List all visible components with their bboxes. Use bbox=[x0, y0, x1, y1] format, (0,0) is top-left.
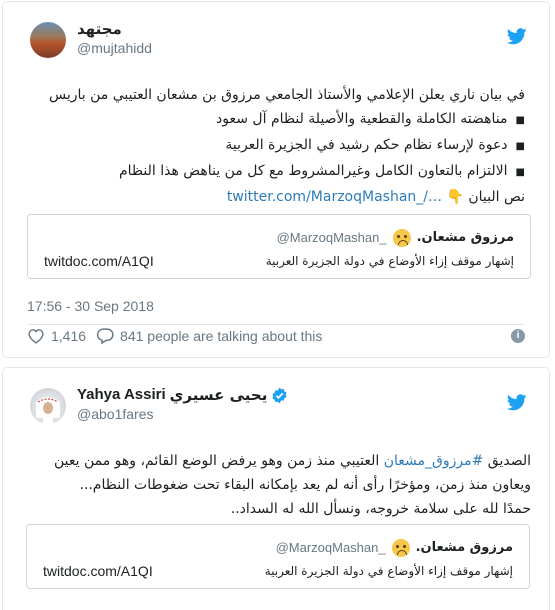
tweet-text-line: نص البيان 👇 twitter.com/MarzoqMashan_/… bbox=[25, 185, 525, 209]
tweet-text-line: الصديق #مرزوق_مشعان العتيبي منذ زمن وهو … bbox=[31, 449, 531, 473]
tweet-link[interactable]: twitter.com/MarzoqMashan_/… bbox=[227, 189, 442, 205]
bullet-item: ■مناهضته الكاملة والقطعية والأصيلة لنظام… bbox=[216, 111, 525, 127]
avatar-photo bbox=[36, 397, 60, 424]
tweet-author[interactable]: مجتهد @mujtahidd bbox=[77, 19, 152, 58]
display-name-ar: يحيى عسيري bbox=[169, 386, 268, 404]
bullet-text: دعوة لإرساء نظام حكم رشيد في الجزيرة الع… bbox=[225, 137, 508, 153]
text-prefix: الصديق bbox=[487, 453, 531, 469]
quoted-link[interactable]: twitdoc.com/A1QI bbox=[44, 253, 154, 269]
quoted-description: إشهار موقف إزاء الأوضاع في دولة الجزيرة … bbox=[265, 254, 514, 268]
quoted-name: مرزوق مشعان. bbox=[416, 230, 514, 245]
like-button[interactable]: 1,416 bbox=[27, 328, 86, 344]
quoted-handle: @MarzoqMashan_ bbox=[275, 540, 386, 555]
quoted-content: twitdoc.com/A1QI إشهار موقف إزاء الأوضاع… bbox=[43, 563, 513, 579]
twitter-bird-icon[interactable] bbox=[507, 28, 527, 45]
bullet-item: ■الالتزام بالتعاون الكامل وغيرالمشروط مع… bbox=[118, 163, 525, 179]
tweet-body: الصديق #مرزوق_مشعان العتيبي منذ زمن وهو … bbox=[31, 449, 531, 521]
tweet-text-line: في بيان ناري يعلن الإعلامي والأستاذ الجا… bbox=[49, 87, 525, 103]
display-name[interactable]: مجتهد bbox=[77, 19, 152, 39]
talking-count: 841 people are talking about this bbox=[120, 327, 323, 344]
grimacing-face-emoji bbox=[392, 229, 411, 247]
tweet-author[interactable]: Yahya Assiri يحيى عسيري @abo1fares bbox=[77, 385, 288, 424]
quoted-link[interactable]: twitdoc.com/A1QI bbox=[43, 563, 153, 579]
avatar[interactable] bbox=[30, 22, 66, 58]
quoted-author[interactable]: مرزوق مشعان. @MarzoqMashan_ bbox=[276, 539, 513, 557]
tweet-card-mujtahidd[interactable]: مجتهد @mujtahidd في بيان ناري يعلن الإعل… bbox=[2, 1, 550, 358]
handle[interactable]: @mujtahidd bbox=[77, 39, 152, 58]
info-icon[interactable]: i bbox=[511, 329, 525, 343]
quoted-tweet-card[interactable]: مرزوق مشعان. @MarzoqMashan_ twitdoc.com/… bbox=[27, 214, 531, 279]
quoted-tweet-card[interactable]: مرزوق مشعان. @MarzoqMashan_ twitdoc.com/… bbox=[26, 524, 530, 589]
hashtag-link[interactable]: #مرزوق_مشعان bbox=[384, 453, 484, 469]
tweet-actions: 1,416 841 people are talking about this bbox=[27, 327, 322, 344]
tweet-text-line: ويعاون منذ زمن، ومؤخرًا رأى أنه لم يعد ب… bbox=[79, 477, 531, 493]
divider bbox=[27, 324, 525, 325]
pointing-down-emoji: 👇 bbox=[446, 189, 464, 205]
quoted-author[interactable]: مرزوق مشعان. @MarzoqMashan_ bbox=[277, 229, 514, 247]
bullet-text: مناهضته الكاملة والقطعية والأصيلة لنظام … bbox=[216, 111, 508, 127]
verified-badge-icon bbox=[272, 387, 287, 403]
conversation-button[interactable]: 841 people are talking about this bbox=[96, 327, 322, 344]
grimacing-face-emoji bbox=[391, 539, 410, 557]
statement-label: نص البيان bbox=[468, 189, 525, 205]
twitter-bird-icon[interactable] bbox=[507, 394, 527, 411]
tweet-text-line: حمدًا لله على سلامة خروجه، ونسأل الله له… bbox=[230, 501, 531, 517]
quoted-content: twitdoc.com/A1QI إشهار موقف إزاء الأوضاع… bbox=[44, 253, 514, 269]
bullet-item: ■دعوة لإرساء نظام حكم رشيد في الجزيرة ال… bbox=[225, 137, 525, 153]
timestamp[interactable]: 17:56 - 30 Sep 2018 bbox=[27, 298, 154, 314]
heart-icon bbox=[28, 328, 44, 344]
like-count: 1,416 bbox=[51, 327, 87, 344]
speech-bubble-icon bbox=[96, 328, 114, 344]
tweet-body: في بيان ناري يعلن الإعلامي والأستاذ الجا… bbox=[25, 83, 525, 209]
handle[interactable]: @abo1fares bbox=[77, 405, 288, 424]
quoted-handle: @MarzoqMashan_ bbox=[276, 230, 387, 245]
avatar[interactable] bbox=[30, 388, 66, 424]
text-continued: العتيبي منذ زمن وهو يرفض الوضع القائم، و… bbox=[53, 453, 380, 469]
bullet-text: الالتزام بالتعاون الكامل وغيرالمشروط مع … bbox=[118, 163, 508, 179]
display-name-en: Yahya Assiri bbox=[77, 386, 166, 403]
display-name[interactable]: Yahya Assiri يحيى عسيري bbox=[77, 385, 288, 405]
quoted-description: إشهار موقف إزاء الأوضاع في دولة الجزيرة … bbox=[264, 564, 513, 578]
quoted-name: مرزوق مشعان. bbox=[415, 540, 513, 555]
